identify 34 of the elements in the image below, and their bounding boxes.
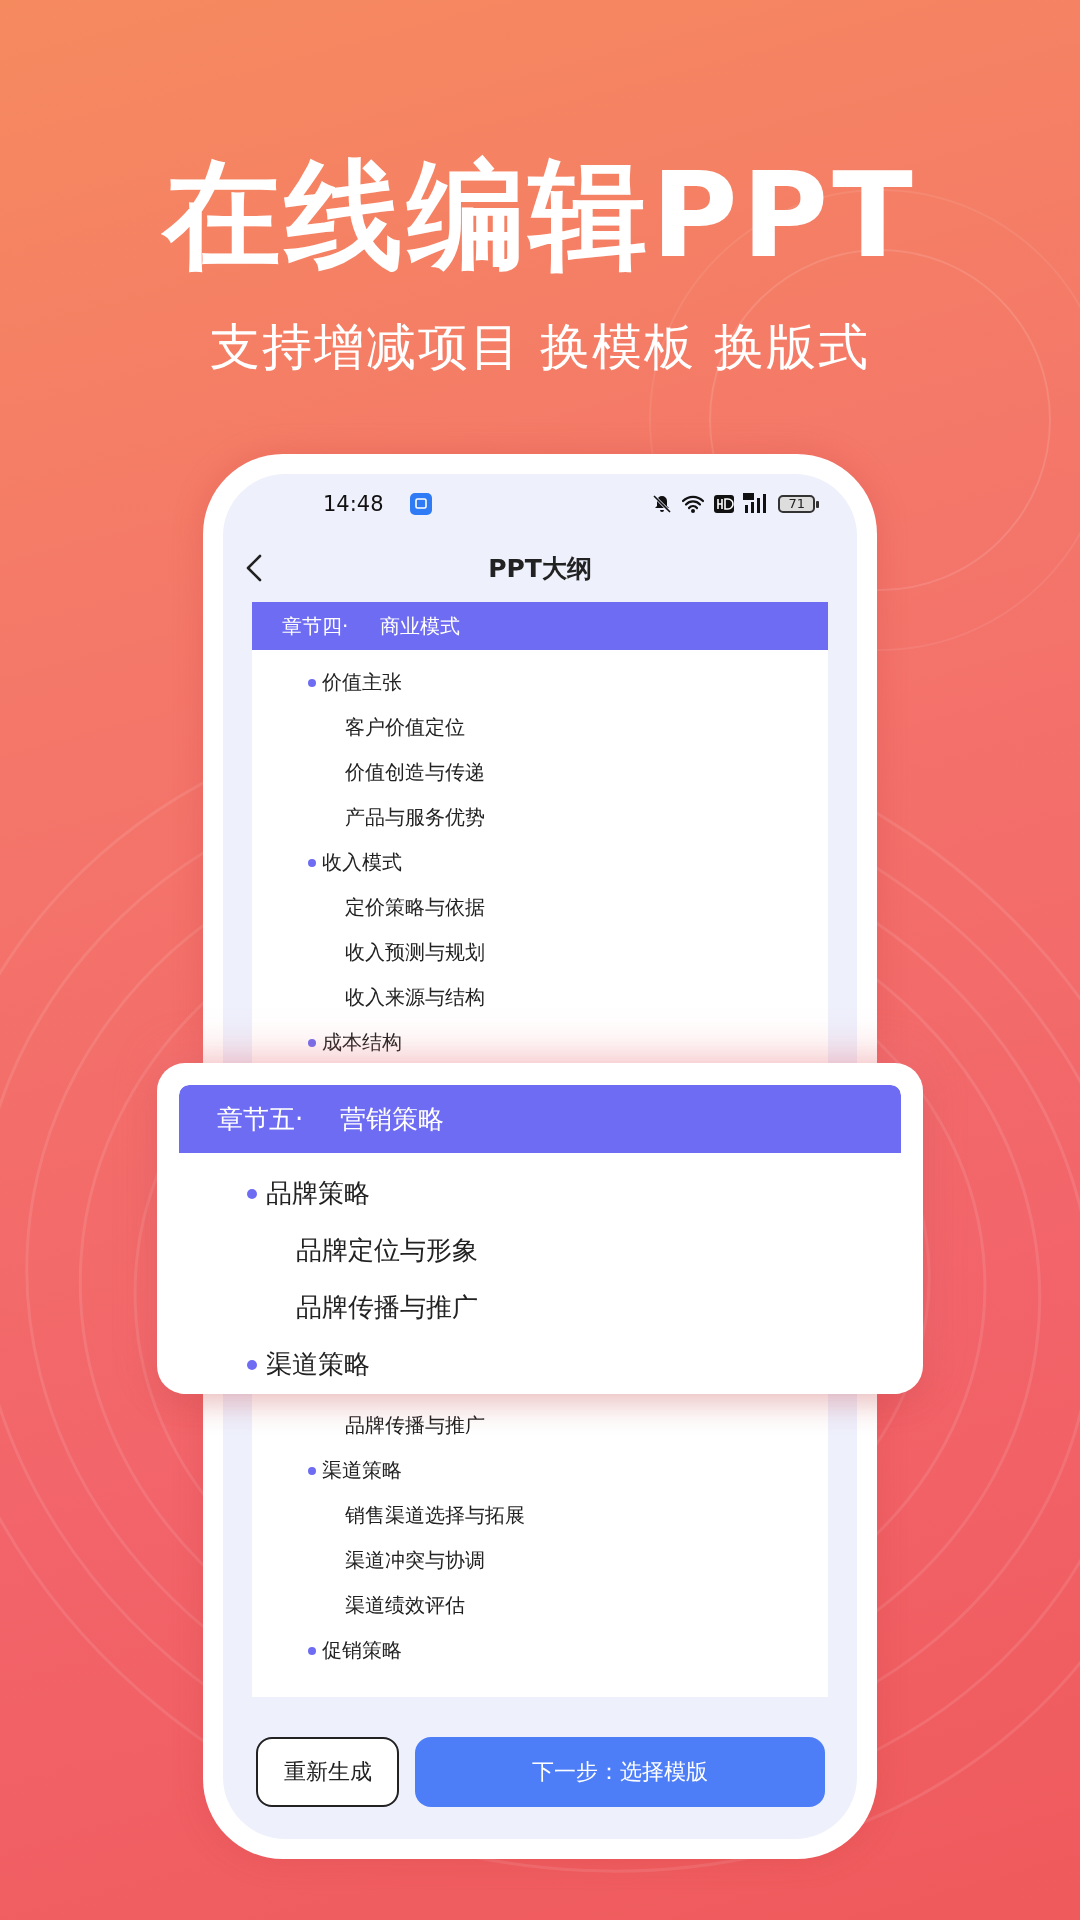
- outline-subtopic: 定价策略与依据: [344, 894, 486, 921]
- outline-topic: 成本结构: [252, 1020, 828, 1065]
- chapter-number: 章节五·: [217, 1102, 305, 1136]
- outline-subtopic: 销售渠道选择与拓展: [344, 1502, 526, 1529]
- next-step-button[interactable]: 下一步：选择模版: [415, 1737, 825, 1807]
- outline-subtopic: 价值创造与传递: [344, 759, 486, 786]
- outline-subtopic: 客户价值定位: [344, 714, 466, 741]
- chapter-title: 商业模式: [380, 612, 460, 640]
- outline-topic: 渠道策略: [179, 1336, 901, 1393]
- outline-subtopic: 产品与服务优势: [344, 804, 486, 831]
- outline-subtopic: 渠道冲突与协调: [344, 1547, 486, 1574]
- headline: 在线编辑PPT: [163, 145, 917, 285]
- app-notification-icon: [409, 493, 432, 515]
- chapter-number: 章节四·: [282, 612, 350, 640]
- hd-icon: [714, 495, 735, 513]
- outline-subtopic: 品牌传播与推广: [295, 1291, 479, 1324]
- outline-topic: 渠道策略: [252, 1448, 828, 1493]
- page-title: PPT大纲: [488, 552, 592, 585]
- subheadline: 支持增减项目 换模板 换版式: [210, 317, 870, 378]
- outline-topic: 品牌策略: [179, 1165, 901, 1222]
- chapter-title: 营销策略: [340, 1102, 444, 1136]
- back-icon[interactable]: [245, 554, 263, 582]
- regenerate-button[interactable]: 重新生成: [256, 1737, 399, 1807]
- wifi-icon: [681, 494, 706, 514]
- outline-subtopic: 品牌定位与形象: [295, 1234, 479, 1267]
- outline-subtopic: 收入预测与规划: [344, 939, 486, 966]
- outline-subtopic: 渠道绩效评估: [344, 1592, 466, 1619]
- outline-topic: 价值主张: [252, 660, 828, 705]
- outline-topic: 促销策略: [252, 1628, 828, 1673]
- outline-subtopic: 品牌传播与推广: [344, 1412, 486, 1439]
- outline-subtopic: 收入来源与结构: [344, 984, 486, 1011]
- outline-topic: 收入模式: [252, 840, 828, 885]
- bell-off-icon: [652, 494, 673, 514]
- status-time: 14:48: [323, 492, 384, 516]
